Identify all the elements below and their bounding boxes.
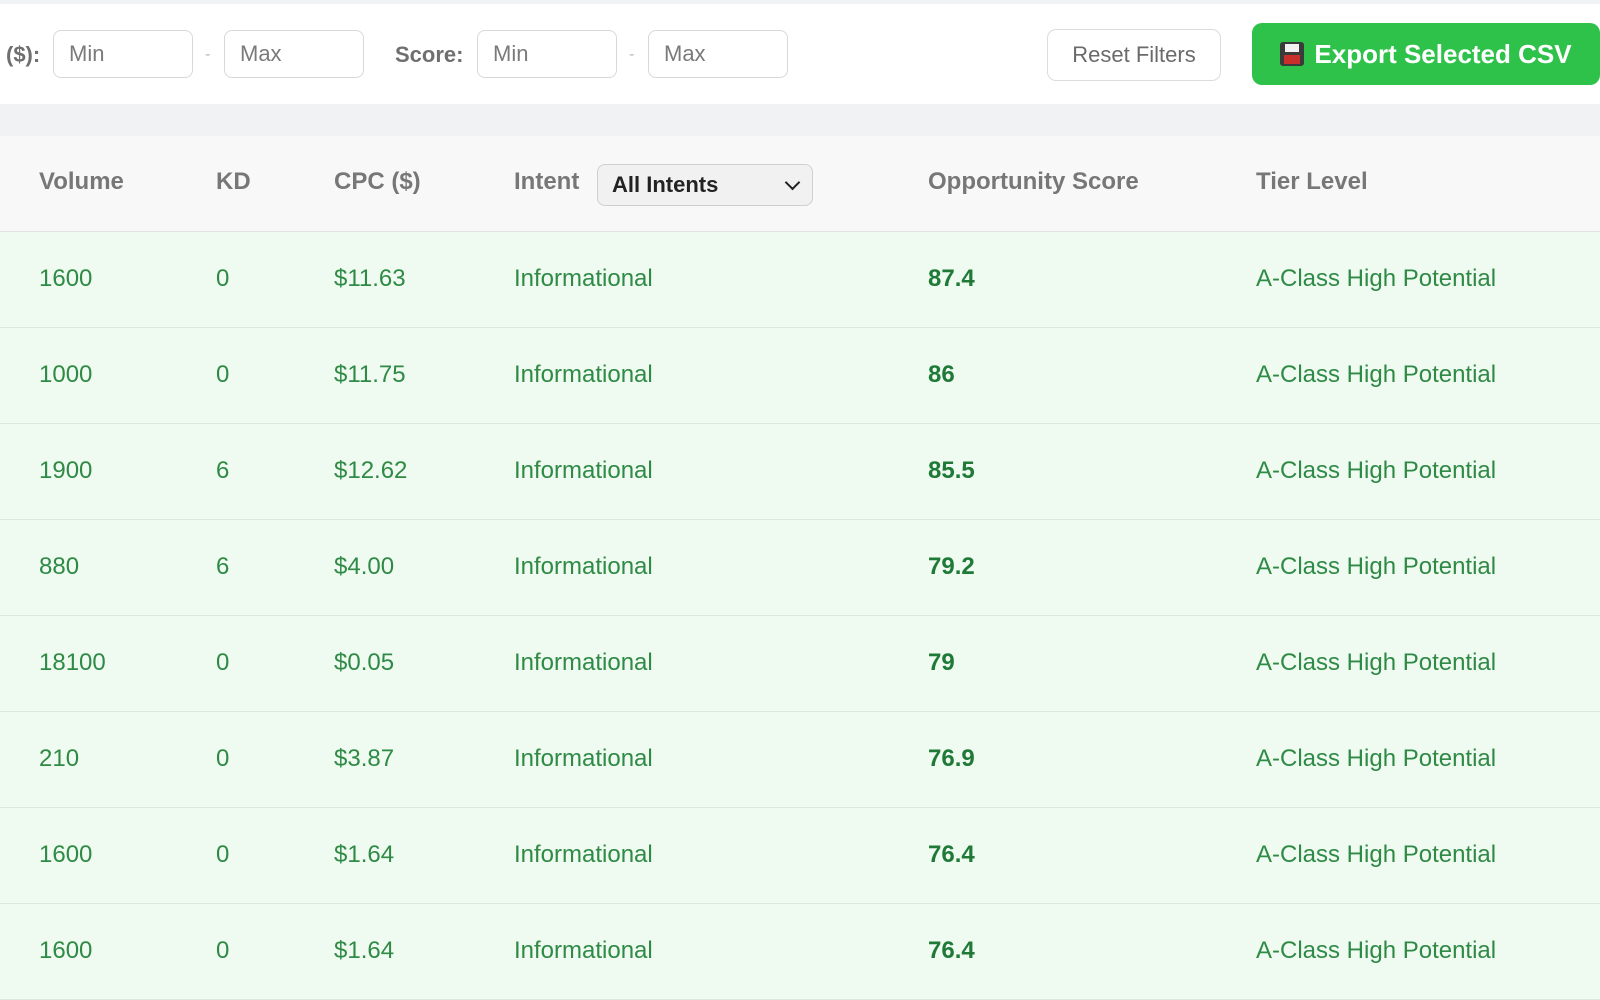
cell-opportunity-score: 87.4	[928, 265, 975, 292]
cell-kd: 0	[216, 265, 230, 292]
cell-intent: Informational	[514, 649, 653, 676]
cell-opportunity-score: 86	[928, 361, 955, 388]
cpc-filter-label: ($):	[6, 42, 41, 67]
cell-opportunity-score: 79	[928, 649, 955, 676]
cell-cpc: $11.63	[334, 265, 406, 292]
cell-intent: Informational	[514, 457, 653, 484]
table-row[interactable]: 1000 0 $11.75 Informational 86 A-Class H…	[0, 328, 1600, 424]
cell-intent: Informational	[514, 265, 653, 292]
cell-tier-level: A-Class High Potential	[1256, 649, 1497, 676]
cell-tier-level: A-Class High Potential	[1256, 937, 1497, 964]
header-intent: Intent	[514, 168, 580, 195]
floppy-disk-icon	[1280, 42, 1305, 66]
cell-kd: 6	[216, 457, 230, 484]
cell-intent: Informational	[514, 937, 653, 964]
table-header: Volume KD CPC ($) Intent All Intents Opp…	[0, 136, 1600, 232]
cpc-min-input[interactable]	[53, 30, 193, 78]
intent-filter-select[interactable]: All Intents	[597, 164, 813, 206]
cell-kd: 0	[216, 361, 230, 388]
cell-volume: 1600	[39, 841, 93, 868]
cell-volume: 1600	[39, 937, 93, 964]
cell-tier-level: A-Class High Potential	[1256, 361, 1497, 388]
cell-opportunity-score: 76.4	[928, 937, 975, 964]
table-row[interactable]: 1600 0 $11.63 Informational 87.4 A-Class…	[0, 232, 1600, 328]
header-opportunity-score[interactable]: Opportunity Score	[928, 168, 1139, 196]
cell-cpc: $4.00	[334, 553, 395, 580]
cpc-max-input[interactable]	[224, 30, 364, 78]
cell-cpc: $0.05	[334, 649, 395, 676]
cell-volume: 18100	[39, 649, 106, 676]
cell-volume: 210	[39, 745, 80, 772]
table-row[interactable]: 18100 0 $0.05 Informational 79 A-Class H…	[0, 616, 1600, 712]
header-kd[interactable]: KD	[216, 168, 251, 196]
cell-intent: Informational	[514, 553, 653, 580]
cell-cpc: $1.64	[334, 841, 395, 868]
score-min-input[interactable]	[477, 30, 617, 78]
table-row[interactable]: 1600 0 $1.64 Informational 76.4 A-Class …	[0, 808, 1600, 904]
cell-intent: Informational	[514, 841, 653, 868]
header-tier-level[interactable]: Tier Level	[1256, 168, 1368, 196]
table-row[interactable]: 880 6 $4.00 Informational 79.2 A-Class H…	[0, 520, 1600, 616]
intent-select-value: All Intents	[612, 172, 719, 197]
cell-volume: 880	[39, 553, 80, 580]
cell-tier-level: A-Class High Potential	[1256, 553, 1497, 580]
table-row[interactable]: 210 0 $3.87 Informational 76.9 A-Class H…	[0, 712, 1600, 808]
export-button-label: Export Selected CSV	[1314, 38, 1572, 69]
score-max-input[interactable]	[648, 30, 788, 78]
filter-bar: ($): - Score: - Reset Filters Export Sel…	[0, 4, 1600, 104]
cell-tier-level: A-Class High Potential	[1256, 745, 1497, 772]
cell-kd: 0	[216, 745, 230, 772]
cell-tier-level: A-Class High Potential	[1256, 457, 1497, 484]
cell-tier-level: A-Class High Potential	[1256, 265, 1497, 292]
cell-opportunity-score: 76.9	[928, 745, 975, 772]
cell-intent: Informational	[514, 745, 653, 772]
cell-cpc: $12.62	[334, 457, 408, 484]
reset-filters-button[interactable]: Reset Filters	[1047, 29, 1221, 81]
cell-cpc: $11.75	[334, 361, 406, 388]
table-row[interactable]: 1600 0 $1.64 Informational 76.4 A-Class …	[0, 904, 1600, 1000]
cell-kd: 0	[216, 649, 230, 676]
cpc-range-separator: -	[205, 46, 211, 63]
header-cpc[interactable]: CPC ($)	[334, 168, 421, 196]
table-row[interactable]: 1900 6 $12.62 Informational 85.5 A-Class…	[0, 424, 1600, 520]
export-csv-button[interactable]: Export Selected CSV	[1252, 23, 1600, 85]
cell-opportunity-score: 76.4	[928, 841, 975, 868]
chevron-down-icon	[784, 174, 801, 190]
cell-volume: 1900	[39, 457, 93, 484]
cell-volume: 1600	[39, 265, 93, 292]
keyword-table: Volume KD CPC ($) Intent All Intents Opp…	[0, 136, 1600, 1000]
score-filter-label: Score:	[395, 42, 464, 67]
score-range-separator: -	[629, 46, 635, 63]
cell-kd: 0	[216, 841, 230, 868]
cell-kd: 6	[216, 553, 230, 580]
cell-cpc: $1.64	[334, 937, 395, 964]
cell-kd: 0	[216, 937, 230, 964]
cell-intent: Informational	[514, 361, 653, 388]
cell-opportunity-score: 79.2	[928, 553, 975, 580]
cell-tier-level: A-Class High Potential	[1256, 841, 1497, 868]
cell-opportunity-score: 85.5	[928, 457, 975, 484]
cell-cpc: $3.87	[334, 745, 395, 772]
header-volume[interactable]: Volume	[39, 168, 124, 196]
cell-volume: 1000	[39, 361, 93, 388]
